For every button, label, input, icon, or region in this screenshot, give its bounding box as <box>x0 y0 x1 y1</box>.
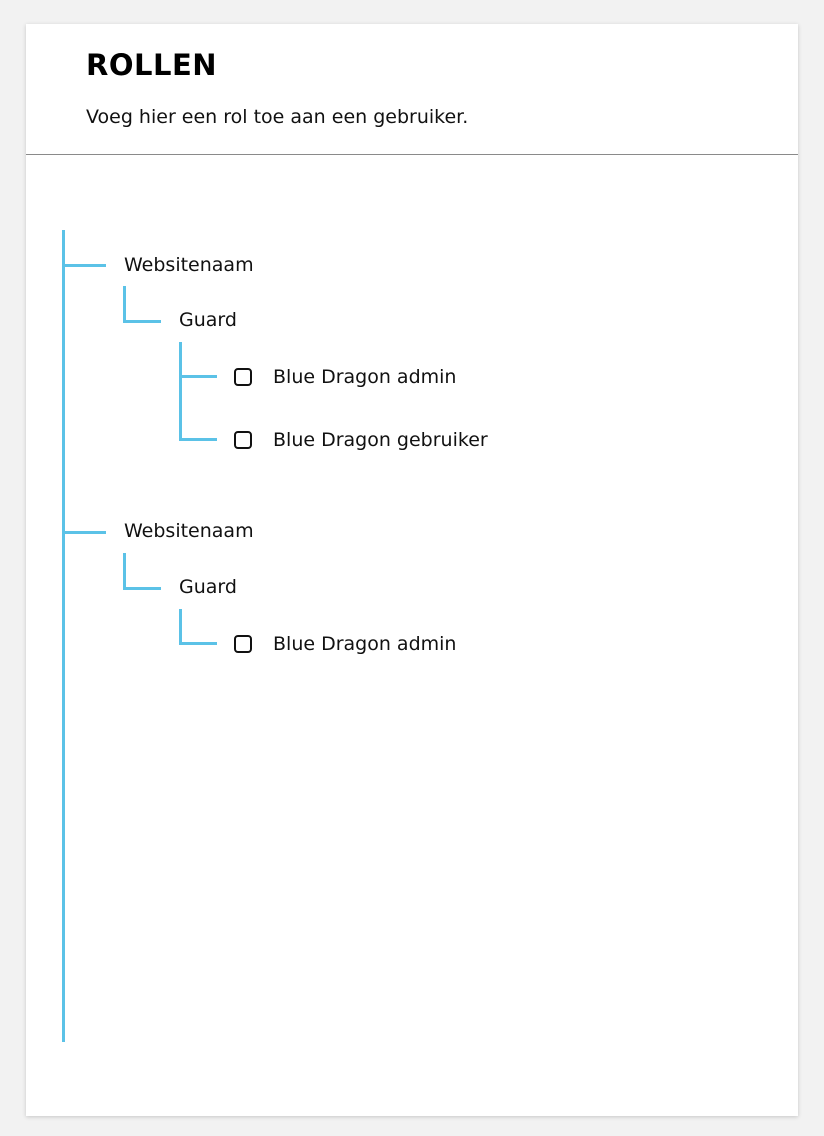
role-blue-dragon-gebruiker[interactable]: Blue Dragon gebruiker <box>234 428 488 452</box>
tree-website-node: Websitenaam <box>124 254 254 276</box>
tree-connector <box>123 587 161 590</box>
tree-guard-node: Guard <box>179 309 237 331</box>
tree-connector <box>179 342 182 440</box>
tree-connector <box>179 642 217 645</box>
roles-card: ROLLEN Voeg hier een rol toe aan een geb… <box>26 24 798 1116</box>
tree-connector <box>179 609 182 645</box>
role-label: Blue Dragon admin <box>273 365 457 388</box>
tree-website-node: Websitenaam <box>124 520 254 542</box>
tree-connector <box>62 264 106 267</box>
tree-connector <box>179 438 217 441</box>
role-blue-dragon-admin[interactable]: Blue Dragon admin <box>234 365 456 389</box>
tree-connector <box>123 320 161 323</box>
role-checkbox[interactable] <box>234 368 252 386</box>
roles-tree: Websitenaam Guard Blue Dragon admin Blue… <box>26 24 798 1116</box>
tree-main-rail <box>62 230 65 1042</box>
tree-connector <box>62 531 106 534</box>
role-checkbox[interactable] <box>234 431 252 449</box>
tree-connector <box>123 553 126 589</box>
role-label: Blue Dragon admin <box>273 632 457 655</box>
tree-connector <box>179 375 217 378</box>
role-checkbox[interactable] <box>234 635 252 653</box>
tree-guard-node: Guard <box>179 576 237 598</box>
tree-connector <box>123 286 126 322</box>
role-label: Blue Dragon gebruiker <box>273 428 488 451</box>
role-blue-dragon-admin[interactable]: Blue Dragon admin <box>234 632 456 656</box>
